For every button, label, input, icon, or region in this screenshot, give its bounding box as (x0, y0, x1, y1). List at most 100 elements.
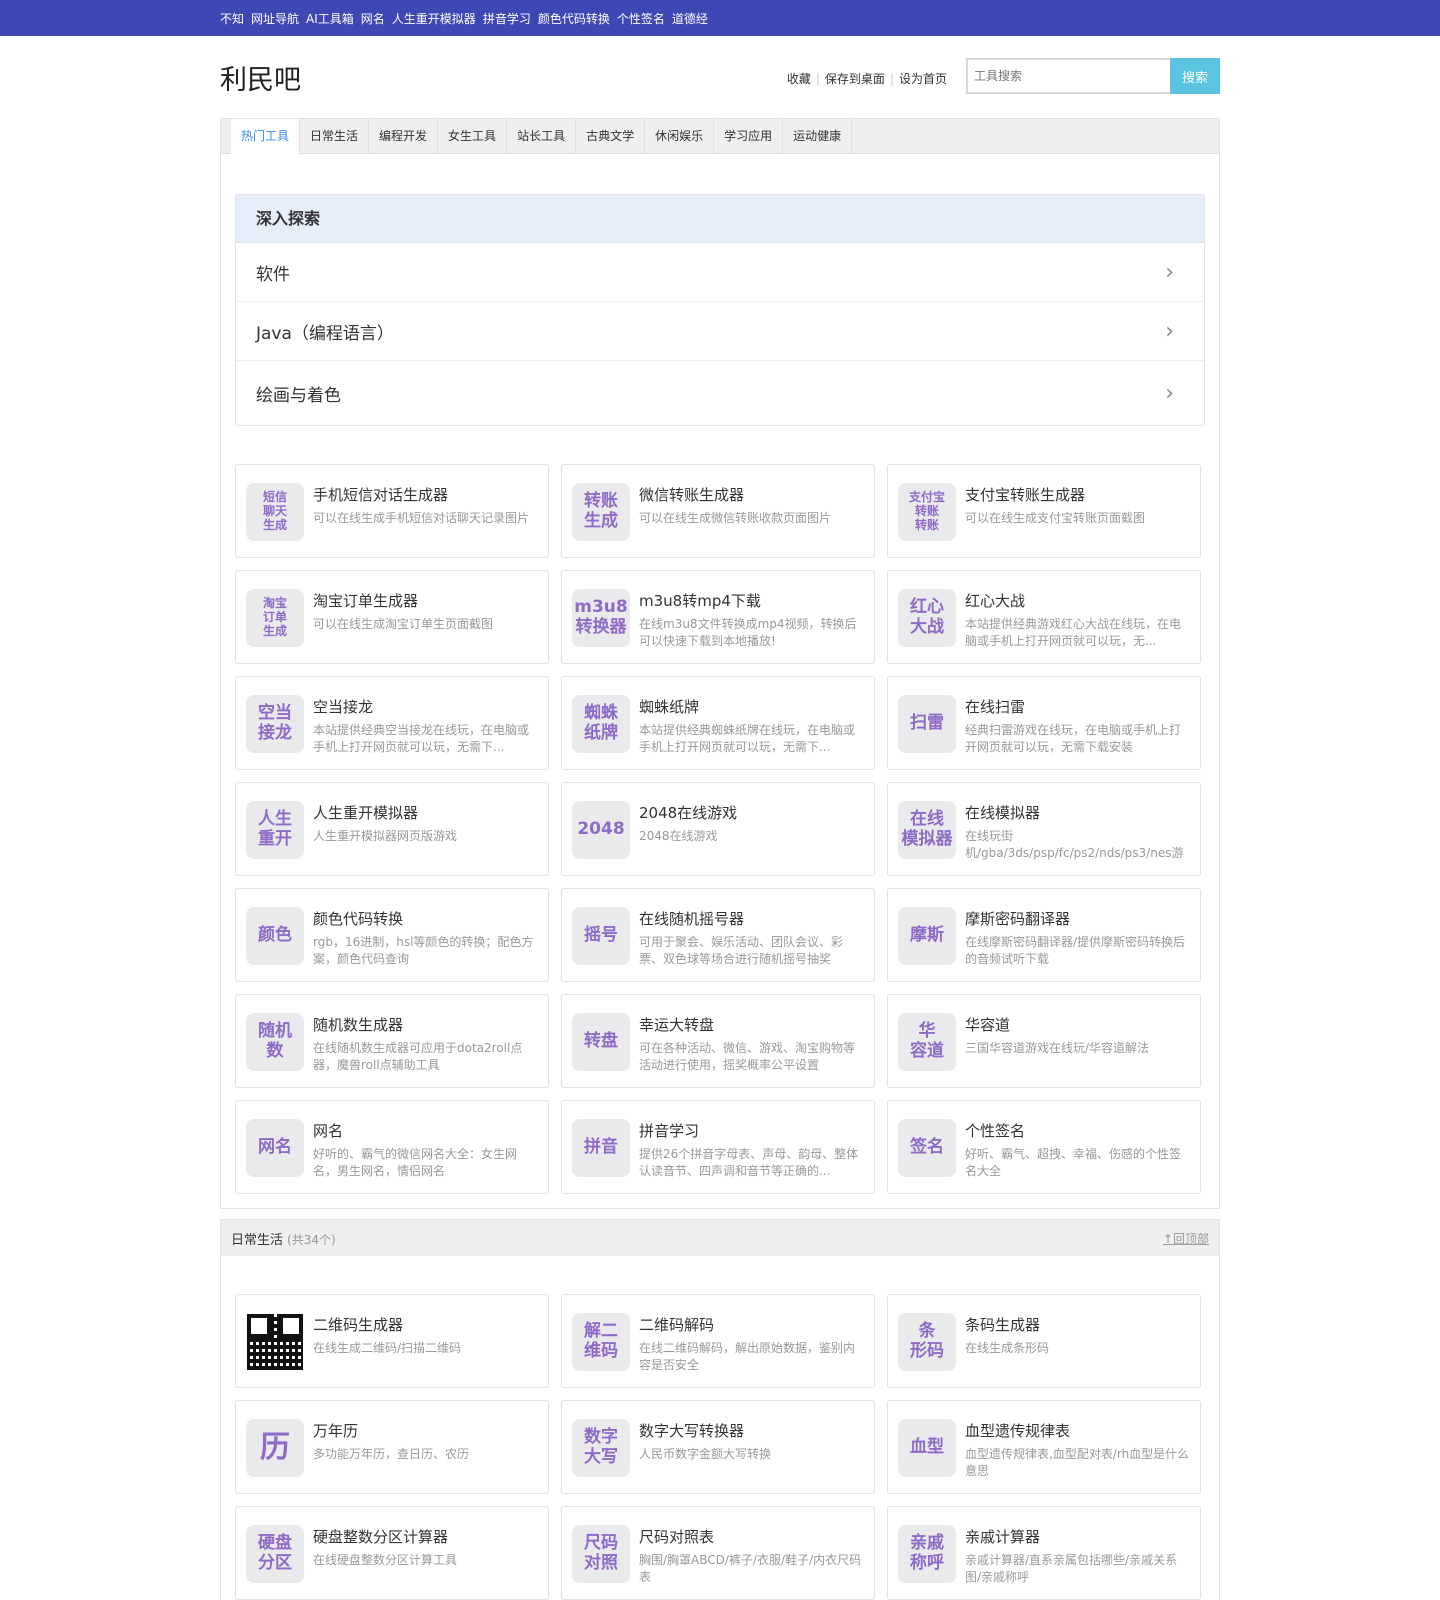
top-nav-link[interactable]: AI工具箱 (306, 10, 354, 27)
site-logo[interactable]: 利民吧 (220, 58, 301, 97)
tool-card[interactable]: 红心 大战 红心大战 本站提供经典游戏红心大战在线玩，在电脑或手机上打开网页就可以玩… (887, 570, 1201, 664)
tool-title[interactable]: 支付宝转账生成器 (965, 484, 1145, 505)
tool-title[interactable]: 随机数生成器 (313, 1014, 538, 1035)
top-nav-link[interactable]: 网址导航 (251, 10, 299, 27)
explore-item[interactable]: Java（编程语言） › (236, 302, 1204, 361)
tool-title[interactable]: 微信转账生成器 (639, 484, 831, 505)
tool-card[interactable]: 支付宝 转账 转账 支付宝转账生成器 可以在线生成支付宝转账页面截图 (887, 464, 1201, 558)
explore-item[interactable]: 软件 › (236, 243, 1204, 302)
back-to-top-link[interactable]: ↑回顶部 (1163, 1230, 1209, 1247)
tool-title[interactable]: 淘宝订单生成器 (313, 590, 493, 611)
category-tab[interactable]: 日常生活 (300, 119, 370, 154)
category-tab[interactable]: 运动健康 (783, 119, 853, 154)
header-link[interactable]: 保存到桌面 (820, 70, 890, 87)
tool-title[interactable]: 摩斯密码翻译器 (965, 908, 1190, 929)
tool-card-text: 二维码解码 在线二维码解码，解出原始数据，鉴别内容是否安全 (639, 1310, 864, 1377)
tool-title[interactable]: m3u8转mp4下载 (639, 590, 864, 611)
explore-title: 深入探索 (236, 195, 1204, 243)
tool-card[interactable]: 人生 重开 人生重开模拟器 人生重开模拟器网页版游戏 (235, 782, 549, 876)
tool-card[interactable]: 扫雷 在线扫雷 经典扫雷游戏在线玩，在电脑或手机上打开网页就可以玩，无需下载安装 (887, 676, 1201, 770)
tool-card-text: 在线模拟器 在线玩街机/gba/3ds/psp/fc/ps2/nds/ps3/ne… (965, 798, 1190, 865)
category-tab[interactable]: 站长工具 (507, 119, 577, 154)
tool-icon: 解二 维码 (572, 1313, 630, 1371)
tool-card[interactable]: 转账 生成 微信转账生成器 可以在线生成微信转账收款页面图片 (561, 464, 875, 558)
tool-icon: 华 容道 (898, 1013, 956, 1071)
tool-title[interactable]: 空当接龙 (313, 696, 538, 717)
tool-icon: 拼音 (572, 1119, 630, 1177)
tool-title[interactable]: 个性签名 (965, 1120, 1190, 1141)
tool-card[interactable]: 颜色 颜色代码转换 rgb，16进制，hsl等颜色的转换；配色方案，颜色代码查询 (235, 888, 549, 982)
tool-card[interactable]: 血型 血型遗传规律表 血型遗传规律表,血型配对表/rh血型是什么意思 (887, 1400, 1201, 1494)
top-nav-link[interactable]: 网名 (361, 10, 385, 27)
tool-icon: m3u8 转换器 (572, 589, 630, 647)
tool-title[interactable]: 血型遗传规律表 (965, 1420, 1190, 1441)
tool-title[interactable]: 拼音学习 (639, 1120, 864, 1141)
tool-card[interactable]: 数字 大写 数字大写转换器 人民币数字金额大写转换 (561, 1400, 875, 1494)
top-nav-link[interactable]: 不知 (220, 10, 244, 27)
tool-card[interactable]: 签名 个性签名 好听、霸气、超拽、幸福、伤感的个性签名大全 (887, 1100, 1201, 1194)
tool-card[interactable]: 在线 模拟器 在线模拟器 在线玩街机/gba/3ds/psp/fc/ps2/nds/… (887, 782, 1201, 876)
tool-title[interactable]: 2048在线游戏 (639, 802, 737, 823)
tool-title[interactable]: 颜色代码转换 (313, 908, 538, 929)
top-nav-link[interactable]: 人生重开模拟器 (392, 10, 476, 27)
hot-tools-panel: 热门工具 日常生活 编程开发 女生工具 站长工具 古典文学 休闲娱乐 学习应用 运动健康 深入探… (220, 118, 1220, 1209)
tool-card[interactable]: 空当 接龙 空当接龙 本站提供经典空当接龙在线玩，在电脑或手机上打开网页就可以玩，无… (235, 676, 549, 770)
tool-card[interactable]: 蜘蛛 纸牌 蜘蛛纸牌 本站提供经典蜘蛛纸牌在线玩，在电脑或手机上打开网页就可以玩，无… (561, 676, 875, 770)
search-input[interactable] (966, 58, 1170, 94)
tool-card[interactable]: 摩斯 摩斯密码翻译器 在线摩斯密码翻译器/提供摩斯密码转换后的音频试听下载 (887, 888, 1201, 982)
tool-card[interactable]: m3u8 转换器 m3u8转mp4下载 在线m3u8文件转换成mp4视频，转换后可以… (561, 570, 875, 664)
category-tab[interactable]: 编程开发 (369, 119, 439, 154)
tool-title[interactable]: 尺码对照表 (639, 1526, 864, 1547)
category-tab[interactable]: 学习应用 (714, 119, 784, 154)
daily-tools-grid: 二维码生成器 在线生成二维码/扫描二维码 解二 维码 二维码解码 在线二维码解码，解出原… (221, 1256, 1219, 1600)
header-link[interactable]: 设为首页 (894, 70, 952, 87)
tool-card[interactable]: 随机 数随机数生成器 在线随机数生成器可应用于dota2roll点器，魔兽roll… (235, 994, 549, 1088)
tool-card[interactable]: 短信 聊天 生成 手机短信对话生成器 可以在线生成手机短信对话聊天记录图片 (235, 464, 549, 558)
top-nav-link[interactable]: 道德经 (672, 10, 708, 27)
top-nav-link[interactable]: 个性签名 (617, 10, 665, 27)
tool-title[interactable]: 硬盘整数分区计算器 (313, 1526, 457, 1547)
tool-title[interactable]: 手机短信对话生成器 (313, 484, 529, 505)
tool-card[interactable]: 2048 2048在线游戏 2048在线游戏 (561, 782, 875, 876)
tool-card[interactable]: 淘宝 订单 生成 淘宝订单生成器 可以在线生成淘宝订单生页面截图 (235, 570, 549, 664)
top-nav-link[interactable]: 颜色代码转换 (538, 10, 610, 27)
search-button[interactable]: 搜索 (1170, 58, 1220, 94)
tool-title[interactable]: 万年历 (313, 1420, 469, 1441)
tool-card[interactable]: 转盘 幸运大转盘 可在各种活动、微信、游戏、淘宝购物等活动进行使用，摇奖概率公平设置 (561, 994, 875, 1088)
tool-card[interactable]: 拼音 拼音学习提供26个拼音字母表、声母、韵母、整体认读音节、四声调和音节等正确的… (561, 1100, 875, 1194)
tool-title[interactable]: 亲戚计算器 (965, 1526, 1190, 1547)
tool-title[interactable]: 蜘蛛纸牌 (639, 696, 864, 717)
category-tab[interactable]: 热门工具 (231, 119, 301, 155)
tool-title[interactable]: 红心大战 (965, 590, 1190, 611)
tool-title[interactable]: 条码生成器 (965, 1314, 1049, 1335)
category-tab[interactable]: 休闲娱乐 (645, 119, 715, 154)
header-link[interactable]: 收藏 (782, 70, 816, 87)
tool-title[interactable]: 在线随机摇号器 (639, 908, 864, 929)
top-nav-link[interactable]: 拼音学习 (483, 10, 531, 27)
tool-title[interactable]: 在线模拟器 (965, 802, 1190, 823)
tool-card[interactable]: 亲戚 称呼 亲戚计算器 亲戚计算器/直系亲属包括哪些/亲戚关系图/亲戚称呼 (887, 1506, 1201, 1600)
tool-card[interactable]: 华 容道 华容道 三国华容道游戏在线玩/华容道解法 (887, 994, 1201, 1088)
tool-title[interactable]: 二维码解码 (639, 1314, 864, 1335)
site-header: 利民吧 收藏|保存到桌面|设为首页 搜索 (220, 36, 1220, 118)
tool-title[interactable]: 人生重开模拟器 (313, 802, 457, 823)
category-tabs: 热门工具 日常生活 编程开发 女生工具 站长工具 古典文学 休闲娱乐 学习应用 运动健康 (221, 119, 1219, 155)
category-tab[interactable]: 女生工具 (438, 119, 508, 154)
explore-item[interactable]: 绘画与着色 › (236, 361, 1204, 425)
tool-title[interactable]: 二维码生成器 (313, 1314, 461, 1335)
tool-description: 提供26个拼音字母表、声母、韵母、整体认读音节、四声调和音节等正确的... (639, 1147, 859, 1178)
tool-title[interactable]: 在线扫雷 (965, 696, 1190, 717)
tool-title[interactable]: 数字大写转换器 (639, 1420, 771, 1441)
tool-card[interactable]: 网名 网名 好听的、霸气的微信网名大全：女生网名，男生网名，情侣网名 (235, 1100, 549, 1194)
tool-title[interactable]: 网名 (313, 1120, 538, 1141)
tool-card[interactable]: 尺码 对照 尺码对照表 胸围/胸罩ABCD/裤子/衣服/鞋子/内衣尺码表 (561, 1506, 875, 1600)
tool-card[interactable]: 解二 维码 二维码解码 在线二维码解码，解出原始数据，鉴别内容是否安全 (561, 1294, 875, 1388)
tool-card[interactable]: 条 形码 条码生成器 在线生成条形码 (887, 1294, 1201, 1388)
tool-card[interactable]: 硬盘 分区 硬盘整数分区计算器 在线硬盘整数分区计算工具 (235, 1506, 549, 1600)
tool-card[interactable]: 二维码生成器 在线生成二维码/扫描二维码 (235, 1294, 549, 1388)
tool-card[interactable]: 摇号 在线随机摇号器 可用于聚会、娱乐活动、团队会议、彩票、双色球等场合进行随机摇号… (561, 888, 875, 982)
tool-title[interactable]: 华容道 (965, 1014, 1149, 1035)
tool-title[interactable]: 幸运大转盘 (639, 1014, 864, 1035)
category-tab[interactable]: 古典文学 (576, 119, 646, 154)
tool-card[interactable]: 历万年历 多功能万年历，查日历、农历 (235, 1400, 549, 1494)
